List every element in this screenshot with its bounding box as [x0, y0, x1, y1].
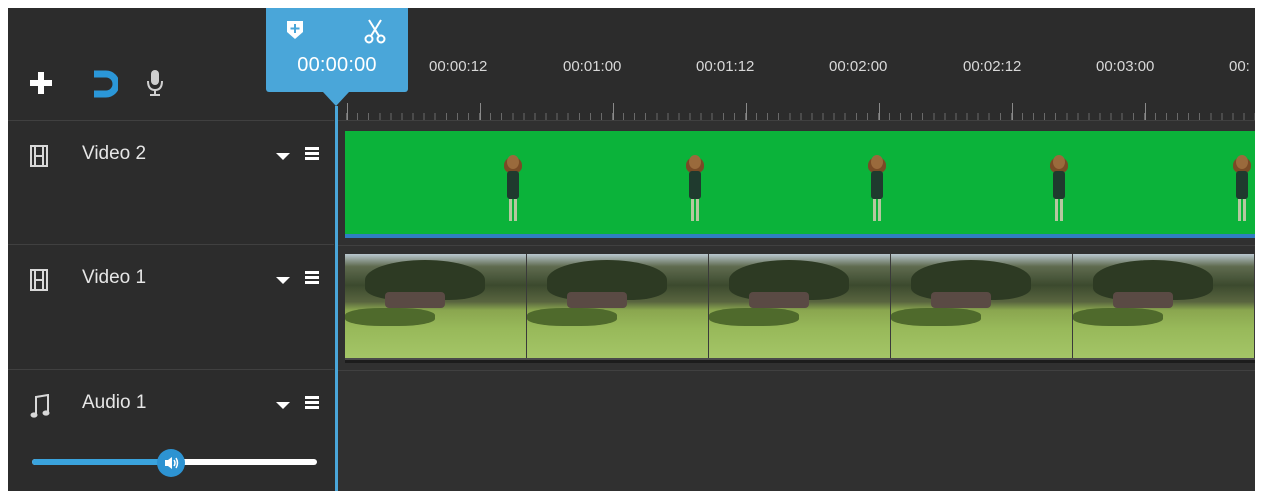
ruler-label: 00:01:00	[563, 58, 622, 75]
music-note-icon	[30, 393, 50, 425]
lane-divider	[335, 245, 1255, 246]
magnet-icon[interactable]	[90, 70, 120, 103]
playhead-line[interactable]	[335, 106, 338, 491]
track-header-video-2: Video 2	[8, 120, 334, 245]
timeline-lanes[interactable]	[335, 120, 1255, 491]
clip-thumbnail	[891, 254, 1073, 358]
ruler-label: 00:02:00	[829, 58, 888, 75]
volume-slider[interactable]	[32, 449, 317, 477]
lane-divider	[335, 370, 1255, 371]
timeline-editor: 00:00:00 00:00:12 00:01:00 00:01:12 00:0…	[8, 8, 1255, 491]
time-ruler[interactable]	[335, 103, 1255, 120]
character-figure	[866, 155, 888, 225]
timeline-header: 00:00:00 00:00:12 00:01:00 00:01:12 00:0…	[8, 8, 1255, 120]
character-figure	[1048, 155, 1070, 225]
track-name: Video 2	[82, 143, 147, 164]
character-figure	[502, 155, 524, 225]
chevron-down-icon[interactable]	[276, 402, 290, 409]
track-header-video-1: Video 1	[8, 244, 334, 370]
clip-thumbnail	[1073, 254, 1255, 358]
scissors-icon[interactable]	[364, 18, 386, 49]
park-scene-clip[interactable]	[345, 254, 1255, 363]
track-name: Video 1	[82, 267, 147, 288]
green-screen-character-clip[interactable]	[345, 131, 1255, 238]
track-name: Audio 1	[82, 392, 147, 413]
plus-icon[interactable]	[30, 72, 52, 94]
playhead-handle[interactable]: 00:00:00	[266, 8, 408, 92]
menu-icon[interactable]	[305, 271, 319, 285]
character-figure	[684, 155, 706, 225]
chevron-down-icon[interactable]	[276, 153, 290, 160]
clip-thumbnail	[345, 254, 527, 358]
ruler-label: 00:00:12	[429, 58, 488, 75]
add-marker-icon[interactable]	[286, 20, 304, 45]
ruler-label: 00:	[1229, 58, 1250, 75]
film-icon	[30, 145, 48, 172]
menu-icon[interactable]	[305, 147, 319, 161]
ruler-label: 00:02:12	[963, 58, 1022, 75]
ruler-label: 00:01:12	[696, 58, 755, 75]
ruler-label: 00:03:00	[1096, 58, 1155, 75]
volume-fill	[32, 459, 172, 465]
playhead-time: 00:00:00	[297, 54, 377, 76]
microphone-icon[interactable]	[145, 68, 165, 103]
menu-icon[interactable]	[305, 396, 319, 410]
clip-thumbnail	[709, 254, 891, 358]
film-icon	[30, 269, 48, 296]
clip-thumbnail	[527, 254, 709, 358]
chevron-down-icon[interactable]	[276, 277, 290, 284]
character-figure	[1231, 155, 1253, 225]
track-header-audio-1: Audio 1	[8, 369, 334, 491]
volume-handle[interactable]	[157, 449, 185, 477]
